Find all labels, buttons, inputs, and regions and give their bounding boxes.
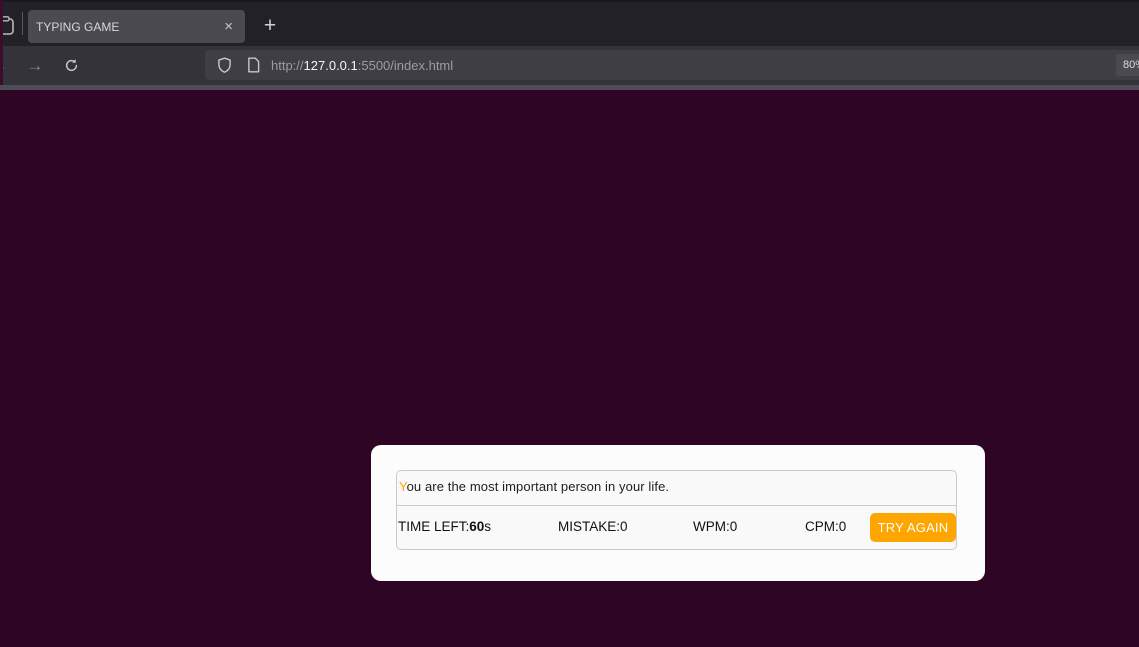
stat-suffix: s xyxy=(484,519,492,534)
stat-label: MISTAKE: xyxy=(558,519,621,534)
stat-label: TIME LEFT: xyxy=(398,519,470,534)
tab-title: TYPING GAME xyxy=(36,19,120,34)
active-char: Y xyxy=(399,479,407,494)
tab-bar: TYPING GAME × + xyxy=(0,0,1139,46)
stat-value: 60 xyxy=(469,519,485,534)
reload-button[interactable] xyxy=(58,46,84,85)
remaining-text: ou are the most important person in your… xyxy=(406,479,670,494)
stat-value: 0 xyxy=(620,519,628,534)
forward-button[interactable]: → xyxy=(22,46,48,85)
window-left-edge xyxy=(0,0,3,85)
stat-wpm: WPM:0 xyxy=(693,519,737,534)
url-bar[interactable]: http://127.0.0.1:5500/index.html 80% xyxy=(205,50,1139,80)
tab-typing-game[interactable]: TYPING GAME × xyxy=(28,10,245,43)
url-scheme: http:// xyxy=(271,57,304,73)
stat-value: 0 xyxy=(729,519,738,534)
stats-row: TIME LEFT:60s MISTAKE:0 WPM:0 CPM:0 TRY … xyxy=(397,506,956,549)
try-again-button[interactable]: TRY AGAIN xyxy=(870,513,956,542)
url-host: 127.0.0.1 xyxy=(303,57,358,73)
page-info-icon[interactable] xyxy=(245,57,261,73)
typing-game-card: You are the most important person in you… xyxy=(371,445,985,581)
stat-value: 0 xyxy=(838,519,847,534)
tab-separator xyxy=(22,12,23,35)
game-box: You are the most important person in you… xyxy=(396,470,957,550)
url-path: :5500/index.html xyxy=(357,57,454,73)
url-text[interactable]: http://127.0.0.1:5500/index.html xyxy=(271,58,453,73)
navigation-toolbar: ← → http://127.0.0.1:5500/index.html 80% xyxy=(0,46,1139,85)
new-tab-button[interactable]: + xyxy=(256,12,284,40)
window-top-edge xyxy=(0,0,1139,2)
stat-mistake: MISTAKE:0 xyxy=(558,519,628,534)
tab-close-icon[interactable]: × xyxy=(220,17,237,36)
stat-time-left: TIME LEFT:60s xyxy=(398,519,491,534)
page-content: You are the most important person in you… xyxy=(0,90,1139,647)
stat-label: CPM: xyxy=(805,519,839,534)
zoom-level-badge[interactable]: 80% xyxy=(1115,54,1139,76)
stat-cpm: CPM:0 xyxy=(805,519,846,534)
browser-window: TYPING GAME × + ← → http:/ xyxy=(0,0,1139,647)
tracking-shield-icon[interactable] xyxy=(215,56,233,74)
quote-text[interactable]: You are the most important person in you… xyxy=(397,471,956,506)
stat-label: WPM: xyxy=(693,519,730,534)
